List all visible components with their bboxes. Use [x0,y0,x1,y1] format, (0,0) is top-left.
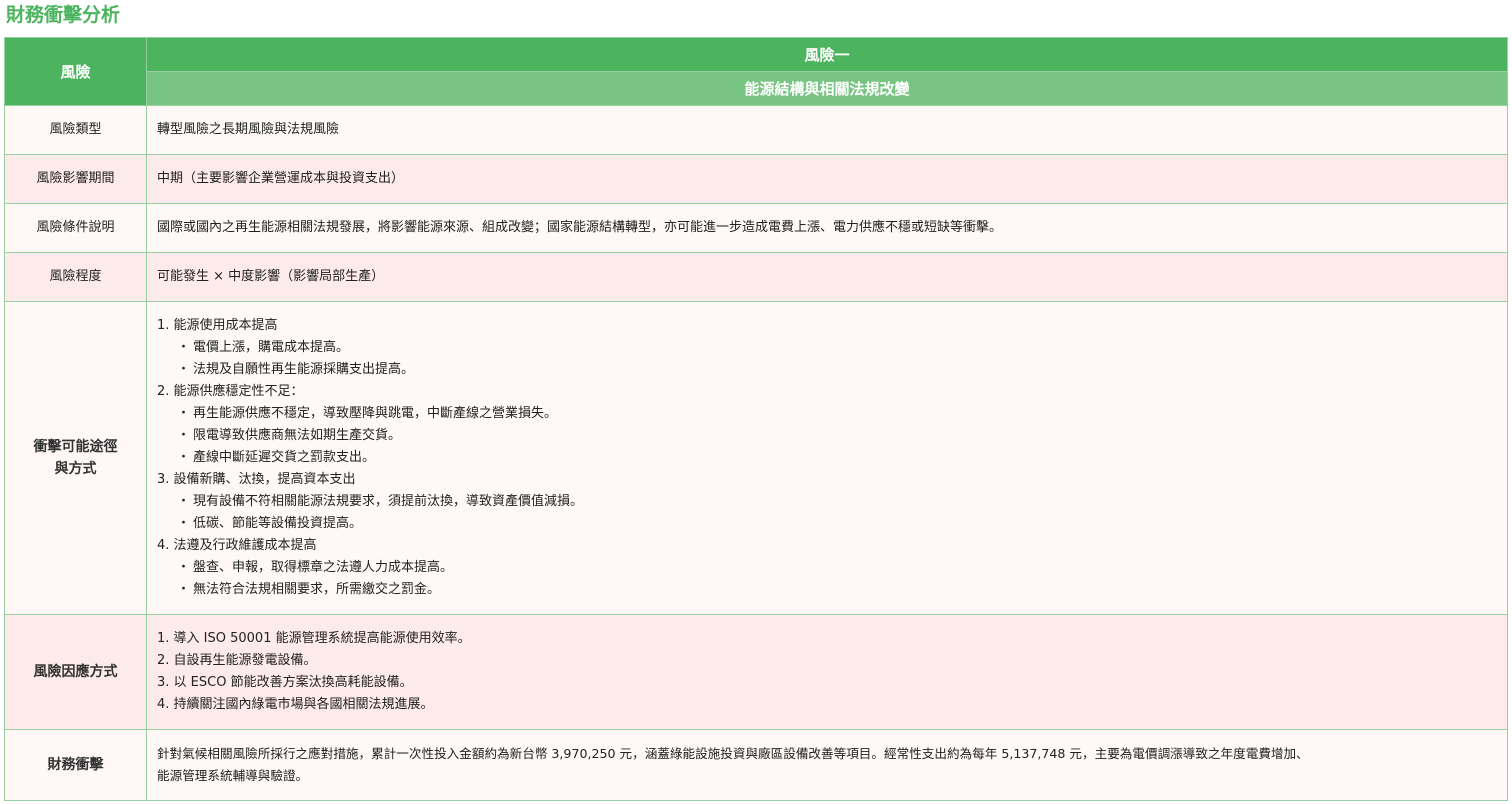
list-item: 3. 以 ESCO 節能改善方案汰換高耗能設備。 [157,675,413,690]
row-value: 中期（主要影響企業營運成本與投資支出） [146,154,1508,204]
list-item: 1. 導入 ISO 50001 能源管理系統提高能源使用效率。 [157,631,471,646]
risk-table: 風險 風險一 能源結構與相關法規改變 風險類型 轉型風險之長期風險與法規風險 風… [4,37,1508,801]
table-row-financial: 財務衝擊 針對氣候相關風險所採行之應對措施，累計一次性投入金額約為新台幣 3,9… [4,729,1508,801]
row-label: 風險程度 [4,252,147,302]
table-row-impact-paths: 衝擊可能途徑 與方式 1. 能源使用成本提高 電價上漲，購電成本提高。 法規及自… [4,301,1508,615]
row-label: 財務衝擊 [4,729,147,801]
table-row-condition: 風險條件說明 國際或國內之再生能源相關法規發展，將影響能源來源、組成改變；國家能… [4,203,1508,253]
row-value: 可能發生 × 中度影響（影響局部生產） [146,252,1508,302]
row-label-line: 衝擊可能途徑 [33,439,118,455]
row-label: 風險條件說明 [4,203,147,253]
list-subitem: 現有設備不符相關能源法規要求，須提前汰換，導致資產價值減損。 [157,491,1497,513]
list-item: 3. 設備新購、汰換，提高資本支出 [157,472,356,487]
impact-paths-list: 1. 能源使用成本提高 電價上漲，購電成本提高。 法規及自願性再生能源採購支出提… [146,301,1508,615]
list-item: 2. 自設再生能源發電設備。 [157,653,317,668]
list-subitem: 產線中斷延遲交貨之罰款支出。 [157,447,1497,469]
risk-name-header: 能源結構與相關法規改變 [146,71,1508,106]
list-item: 4. 持續關注國內綠電市場與各國相關法規進展。 [157,697,434,712]
risk-number-header: 風險一 [146,37,1508,72]
list-item: 1. 能源使用成本提高 [157,318,278,333]
risk-header-label: 風險 [4,37,147,106]
row-label: 衝擊可能途徑 與方式 [4,301,147,615]
list-item: 2. 能源供應穩定性不足： [157,384,304,399]
table-row-impact-period: 風險影響期間 中期（主要影響企業營運成本與投資支出） [4,154,1508,204]
list-item: 4. 法遵及行政維護成本提高 [157,538,317,553]
table-row-risk-type: 風險類型 轉型風險之長期風險與法規風險 [4,105,1508,155]
row-value: 轉型風險之長期風險與法規風險 [146,105,1508,155]
table-row-severity: 風險程度 可能發生 × 中度影響（影響局部生產） [4,252,1508,302]
financial-line: 針對氣候相關風險所採行之應對措施，累計一次性投入金額約為新台幣 3,970,25… [157,746,1309,761]
row-value: 國際或國內之再生能源相關法規發展，將影響能源來源、組成改變；國家能源結構轉型，亦… [146,203,1508,253]
row-label: 風險類型 [4,105,147,155]
financial-text: 針對氣候相關風險所採行之應對措施，累計一次性投入金額約為新台幣 3,970,25… [146,729,1508,801]
list-subitem: 限電導致供應商無法如期生產交貨。 [157,425,1497,447]
list-subitem: 電價上漲，購電成本提高。 [157,337,1497,359]
list-subitem: 無法符合法規相關要求，所需繳交之罰金。 [157,579,1497,601]
row-label: 風險因應方式 [4,614,147,730]
list-subitem: 再生能源供應不穩定，導致壓降與跳電，中斷產線之營業損失。 [157,403,1497,425]
response-list: 1. 導入 ISO 50001 能源管理系統提高能源使用效率。 2. 自設再生能… [146,614,1508,730]
row-label-line: 與方式 [54,461,97,477]
row-label: 風險影響期間 [4,154,147,204]
list-subitem: 盤查、申報，取得標章之法遵人力成本提高。 [157,557,1497,579]
financial-line: 能源管理系統輔導與驗證。 [157,768,309,783]
page-title: 財務衝擊分析 [6,4,121,26]
list-subitem: 法規及自願性再生能源採購支出提高。 [157,359,1497,381]
table-row-response: 風險因應方式 1. 導入 ISO 50001 能源管理系統提高能源使用效率。 2… [4,614,1508,730]
list-subitem: 低碳、節能等設備投資提高。 [157,513,1497,535]
